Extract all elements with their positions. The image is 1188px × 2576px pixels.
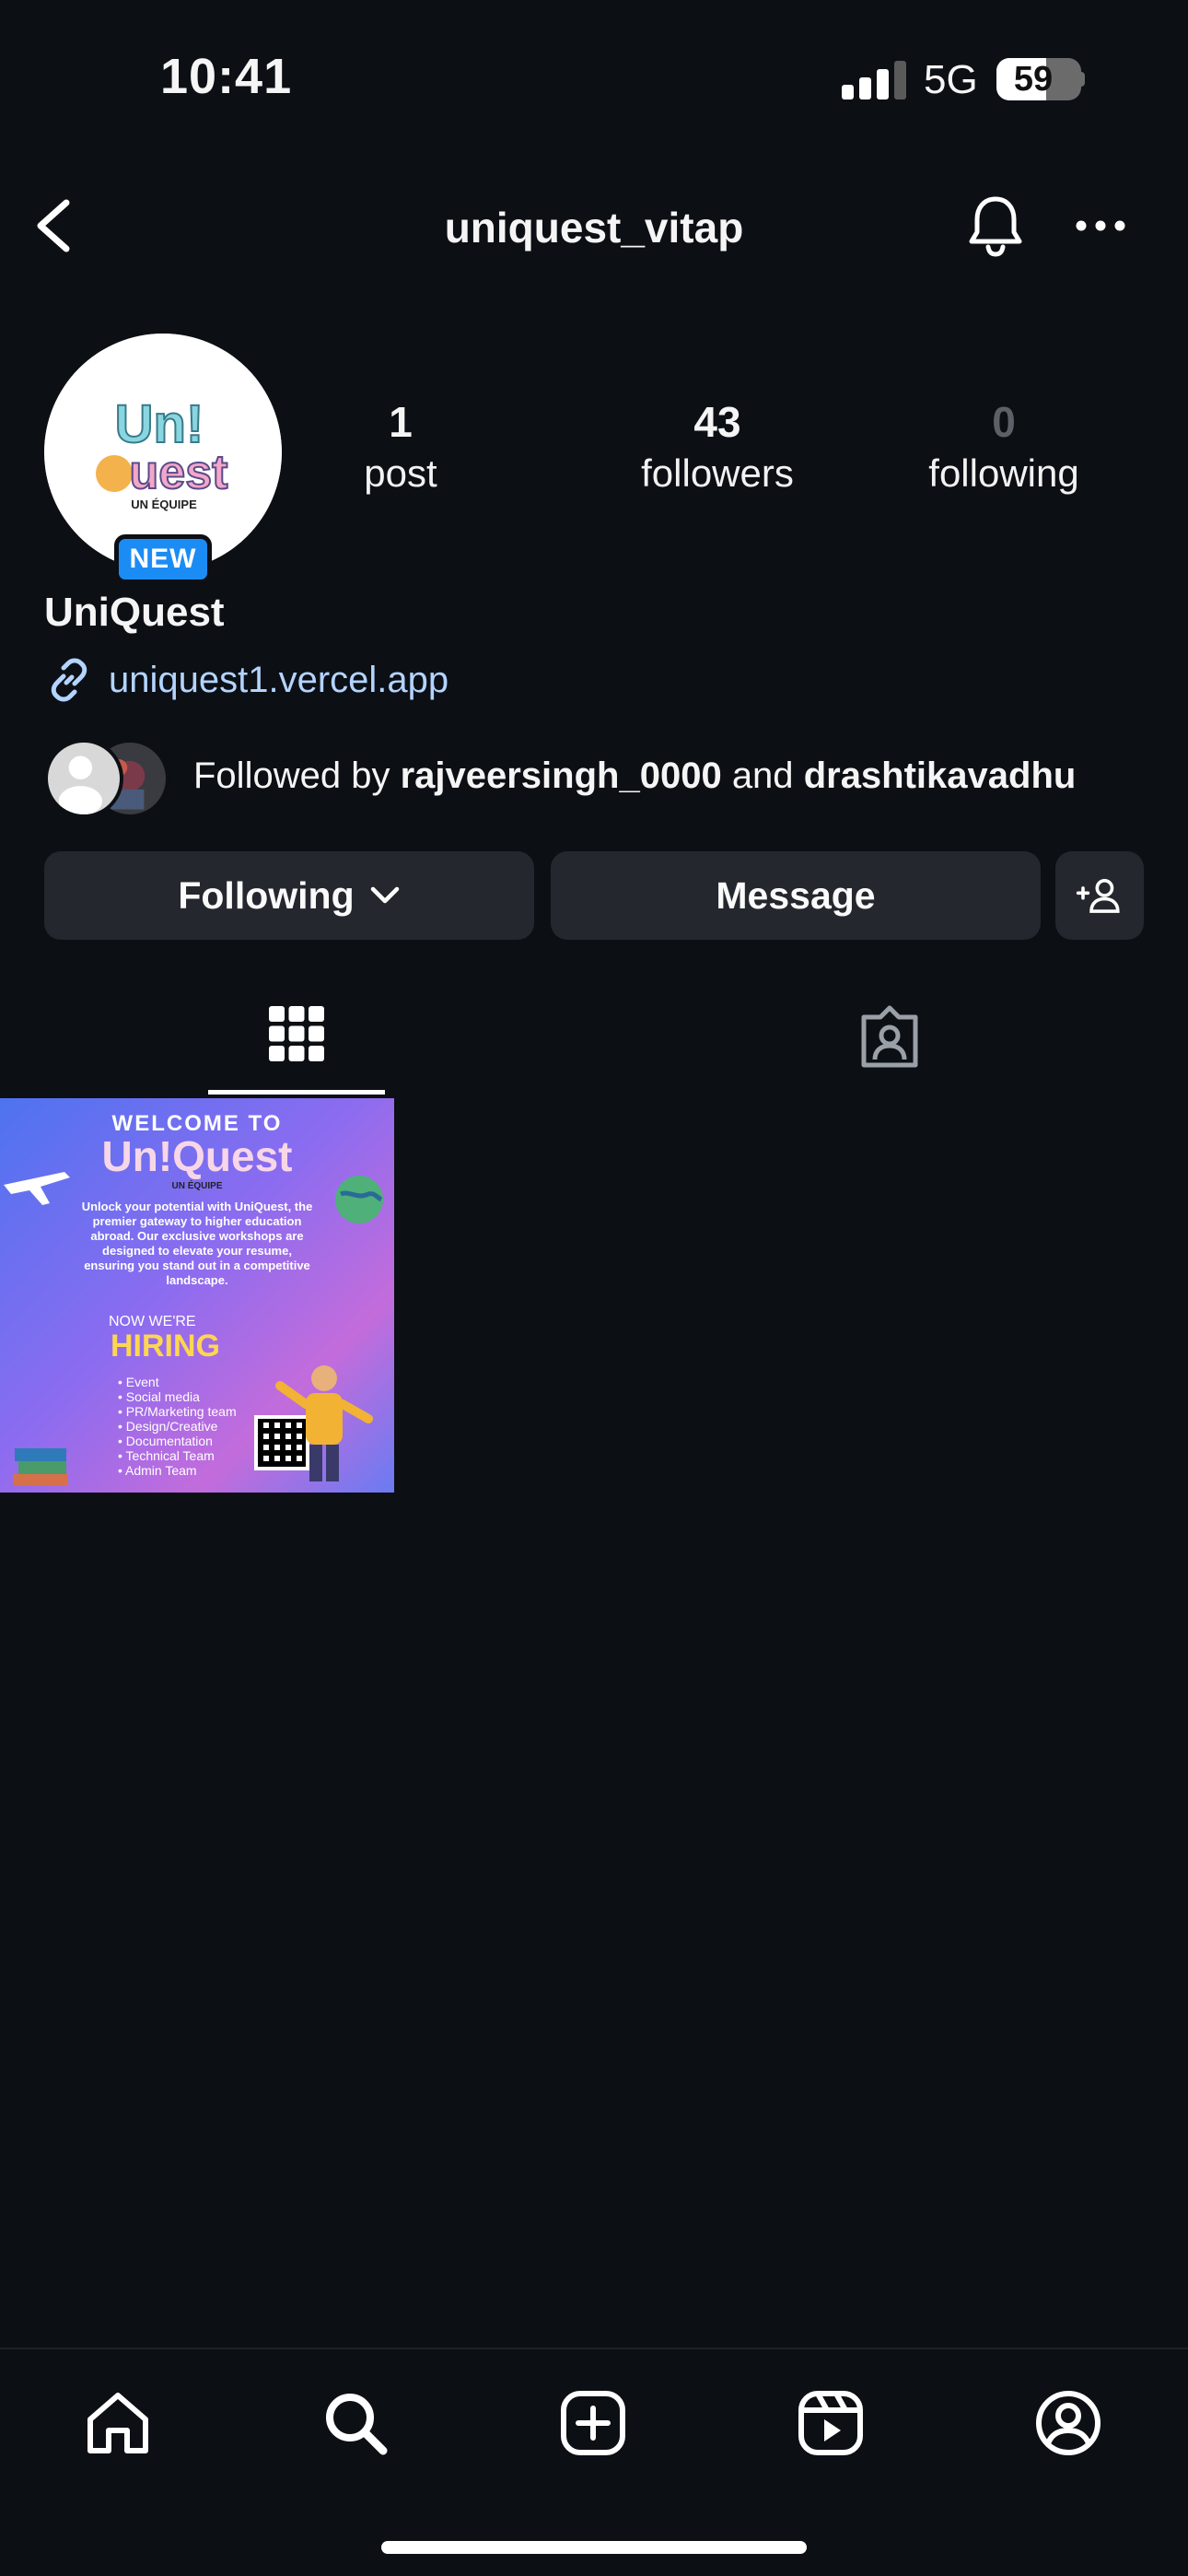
profile-header: uniquest_vitap xyxy=(0,175,1188,276)
nav-search[interactable] xyxy=(319,2386,392,2460)
nav-reels[interactable] xyxy=(794,2386,868,2460)
search-icon xyxy=(326,2394,388,2455)
cellular-signal-icon xyxy=(842,61,906,100)
followed-by-text: Followed by rajveersingh_0000 and drasht… xyxy=(193,755,1076,797)
role-item: • Technical Team xyxy=(118,1448,215,1463)
stat-following[interactable]: 0 following xyxy=(912,396,1096,499)
status-bar: 10:41 5G 59 xyxy=(0,0,1188,138)
stat-posts[interactable]: 1 post xyxy=(332,396,470,499)
grid-icon xyxy=(269,1006,324,1061)
followed-by-prefix: Followed by xyxy=(193,755,390,796)
profile-link[interactable]: uniquest1.vercel.app xyxy=(44,652,448,708)
create-icon xyxy=(561,2391,625,2455)
stat-value: 43 xyxy=(693,398,741,446)
bell-icon[interactable] xyxy=(963,192,1028,260)
stat-followers[interactable]: 43 followers xyxy=(630,396,805,499)
following-button-label: Following xyxy=(178,873,355,917)
post-paragraph: Unlock your potential with UniQuest, the… xyxy=(81,1200,313,1287)
person-illustration xyxy=(275,1365,373,1481)
role-item: • Design/Creative xyxy=(118,1419,218,1434)
follower-avatar xyxy=(44,739,123,818)
message-button[interactable]: Message xyxy=(551,851,1041,940)
nav-create[interactable] xyxy=(556,2386,630,2460)
followed-by-joiner: and xyxy=(731,755,794,796)
stat-label: following xyxy=(928,451,1079,495)
home-indicator[interactable] xyxy=(381,2541,807,2554)
nav-home[interactable] xyxy=(81,2386,155,2460)
followed-by-row[interactable]: Followed by rajveersingh_0000 and drasht… xyxy=(44,739,1168,818)
display-name: UniQuest xyxy=(44,590,225,635)
profile-tabs xyxy=(0,991,1188,1095)
role-item: • Social media xyxy=(118,1389,200,1404)
svg-text:uest: uest xyxy=(130,446,228,499)
following-button[interactable]: Following xyxy=(44,851,534,940)
role-item: • Admin Team xyxy=(118,1463,197,1478)
new-badge: NEW xyxy=(114,534,212,584)
battery-icon: 59 xyxy=(996,58,1081,100)
role-item: • Documentation xyxy=(118,1434,213,1448)
svg-text:UN ÉQUIPE: UN ÉQUIPE xyxy=(131,498,197,511)
profile-avatar[interactable]: Un! uest UN ÉQUIPE NEW xyxy=(44,334,282,584)
tab-tagged[interactable] xyxy=(801,991,978,1095)
tagged-person-icon xyxy=(861,1005,918,1068)
profile-icon xyxy=(1036,2391,1101,2455)
battery-tip xyxy=(1079,72,1085,87)
link-icon xyxy=(51,658,87,702)
status-time: 10:41 xyxy=(160,49,293,104)
message-button-label: Message xyxy=(716,873,876,917)
link-text[interactable]: uniquest1.vercel.app xyxy=(109,660,448,701)
post-thumbnail[interactable]: WELCOME TO Un!Quest UN ÉQUIPE Unlock you… xyxy=(0,1098,394,1493)
battery-level: 59 xyxy=(1013,60,1054,99)
stat-label: post xyxy=(364,451,437,495)
stat-value: 1 xyxy=(389,398,413,446)
home-icon xyxy=(87,2393,148,2453)
chevron-down-icon xyxy=(370,886,399,904)
follower-username-2[interactable]: drashtikavadhu xyxy=(804,755,1077,796)
stat-value: 0 xyxy=(992,398,1016,446)
stat-label: followers xyxy=(641,451,794,495)
role-item: • PR/Marketing team xyxy=(118,1404,237,1419)
tab-posts-grid[interactable] xyxy=(208,991,385,1095)
post-hiring-text: HIRING xyxy=(111,1329,220,1364)
network-type: 5G xyxy=(924,57,978,102)
reels-icon xyxy=(798,2391,863,2455)
airplane-illustration xyxy=(4,1172,70,1205)
profile-stats: 1 post 43 followers 0 following xyxy=(341,396,1151,507)
follower-username-1[interactable]: rajveersingh_0000 xyxy=(401,755,722,796)
post-roles-list: • Event • Social media • PR/Marketing te… xyxy=(118,1375,265,1478)
globe-illustration xyxy=(335,1176,383,1224)
add-person-icon xyxy=(1076,879,1120,913)
role-item: • Event xyxy=(118,1375,159,1389)
add-user-button[interactable] xyxy=(1055,851,1144,940)
more-options-icon[interactable] xyxy=(1068,203,1133,249)
books-illustration xyxy=(13,1448,68,1485)
nav-profile[interactable] xyxy=(1031,2386,1105,2460)
